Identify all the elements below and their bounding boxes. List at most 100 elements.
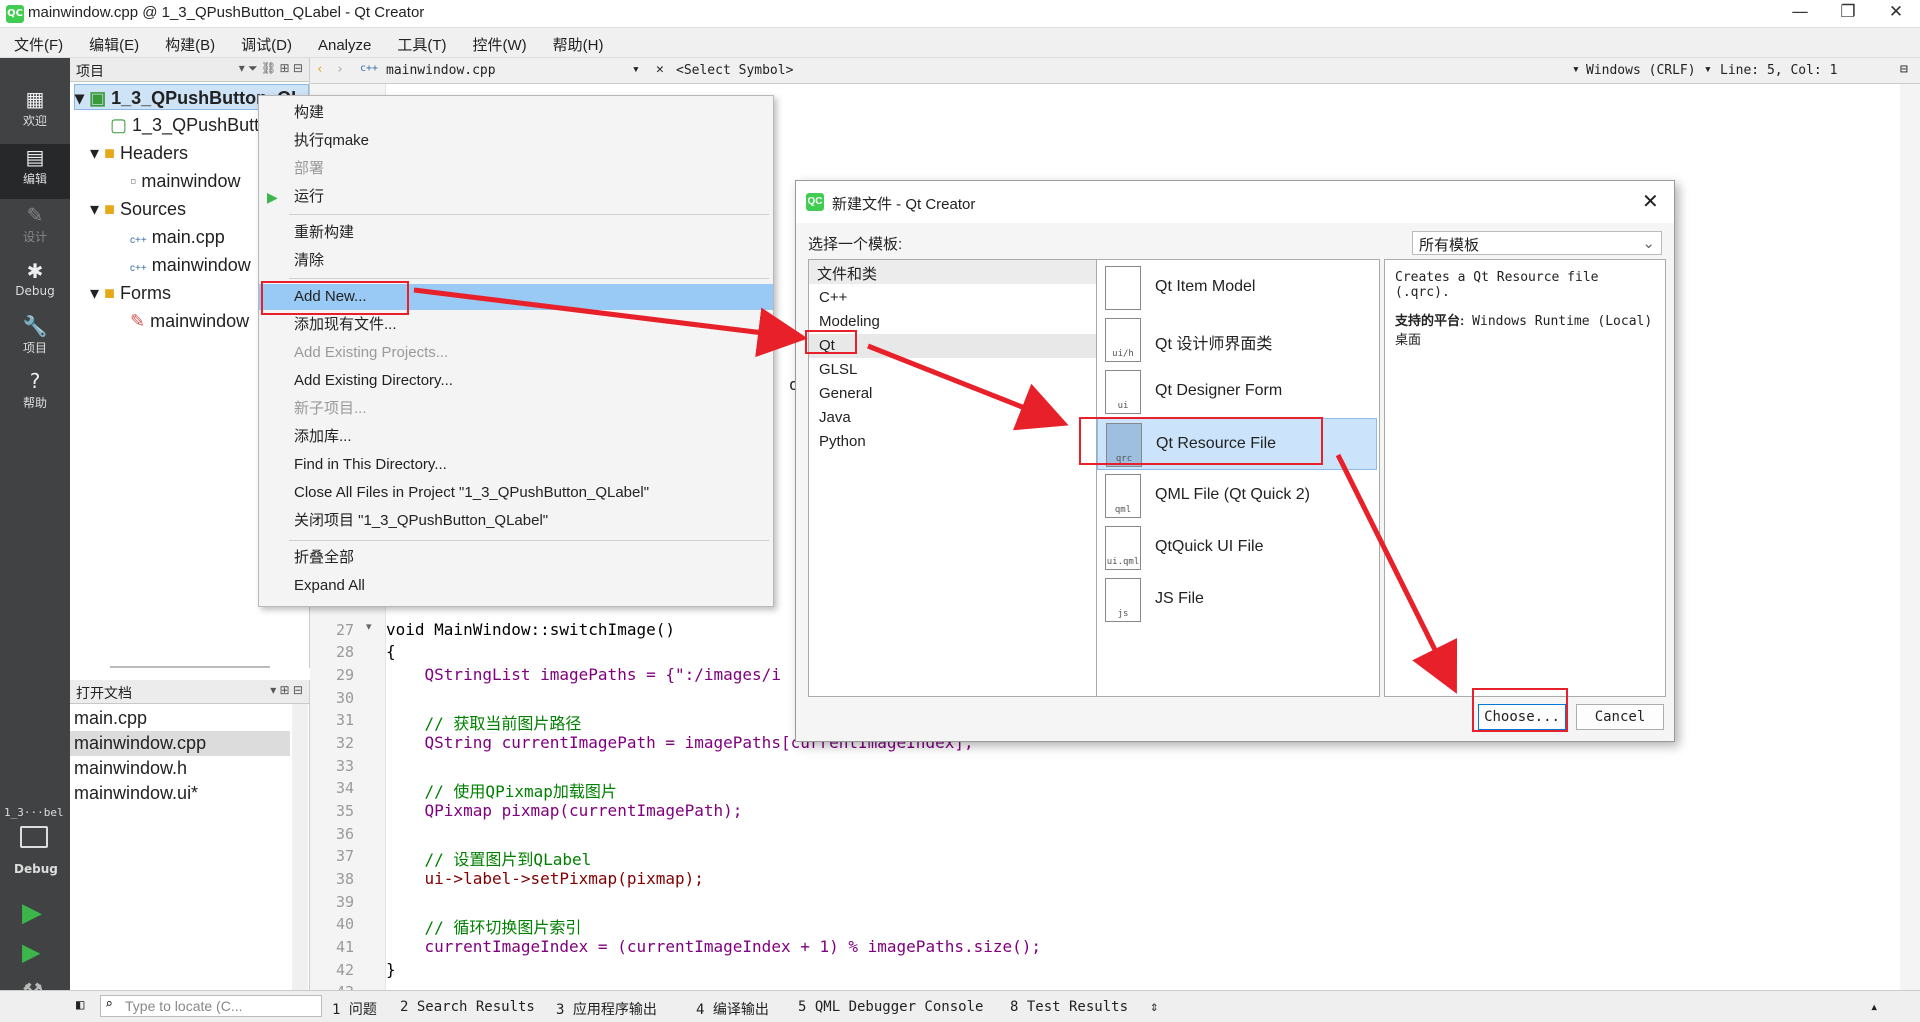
current-file-combo[interactable]: mainwindow.cpp: [386, 63, 496, 78]
open-doc-item[interactable]: mainwindow.ui*: [70, 781, 309, 806]
chevron-down-icon[interactable]: ▾: [90, 199, 99, 219]
menu-debug[interactable]: 调试(D): [227, 28, 304, 55]
open-doc-item[interactable]: main.cpp: [70, 706, 309, 731]
close-file-icon[interactable]: ✕: [656, 62, 664, 77]
code-line: QPixmap pixmap(currentImagePath);: [386, 801, 743, 820]
menu-item-build[interactable]: 构建: [259, 100, 773, 126]
locator-input[interactable]: ⌕ Type to locate (C...: [100, 995, 322, 1017]
menu-item-expand-all[interactable]: Expand All: [259, 573, 773, 599]
tree-form-file[interactable]: ✎ mainwindow: [130, 308, 249, 334]
tree-header-file[interactable]: ▫ mainwindow: [130, 168, 240, 194]
bug-icon: ✱: [26, 259, 44, 283]
progress-toggle-icon[interactable]: ▴: [1870, 999, 1878, 1015]
output-tab-issues[interactable]: 1 问题: [332, 999, 377, 1019]
mode-projects[interactable]: 🔧 项目: [0, 313, 70, 368]
template-qt-item-model[interactable]: Qt Item Model: [1097, 262, 1377, 314]
output-tab-compile-output[interactable]: 4 编译输出: [696, 999, 769, 1019]
template-qtquick-ui-file[interactable]: ui.qml QtQuick UI File: [1097, 522, 1377, 574]
mode-debug[interactable]: ✱ Debug: [0, 258, 70, 313]
menu-item-rebuild[interactable]: 重新构建: [259, 220, 773, 246]
output-tab-search-results[interactable]: 2 Search Results: [400, 999, 535, 1015]
horizontal-scrollbar[interactable]: [110, 666, 270, 668]
menu-item-add-existing-files[interactable]: 添加现有文件...: [259, 312, 773, 338]
minimize-button[interactable]: —: [1780, 2, 1820, 26]
template-qt-designer-form[interactable]: ui Qt Designer Form: [1097, 366, 1377, 418]
chevron-down-icon[interactable]: ▾: [75, 88, 84, 108]
menu-item-add-library[interactable]: 添加库...: [259, 424, 773, 450]
cancel-button[interactable]: Cancel: [1576, 704, 1664, 730]
chevron-down-icon[interactable]: ▾: [632, 62, 640, 77]
template-filter-select[interactable]: 所有模板 ⌄: [1412, 231, 1662, 255]
category-python[interactable]: Python: [819, 430, 866, 454]
tree-headers-folder[interactable]: ▾ ■ Headers: [90, 140, 188, 166]
code-line: // 设置图片到QLabel: [386, 850, 592, 869]
chevron-down-icon[interactable]: ▾: [90, 143, 99, 163]
maximize-button[interactable]: ❐: [1828, 2, 1868, 26]
mode-help[interactable]: ? 帮助: [0, 368, 70, 423]
menu-analyze[interactable]: Analyze: [304, 31, 383, 54]
project-pane-header: 项目 ▾ ⏷ ⛓ ⊞ ⊟: [70, 58, 309, 82]
kit-project-label: 1_3···bel: [4, 806, 64, 819]
menu-file[interactable]: 文件(F): [0, 28, 75, 55]
tree-forms-folder[interactable]: ▾ ■ Forms: [90, 280, 171, 306]
menu-item-collapse-all[interactable]: 折叠全部: [259, 545, 773, 571]
template-label: JS File: [1155, 590, 1204, 607]
split-icon[interactable]: ⊟: [1900, 62, 1908, 77]
menu-item-find-in-directory[interactable]: Find in This Directory...: [259, 452, 773, 478]
menu-item-add-existing-directory[interactable]: Add Existing Directory...: [259, 368, 773, 394]
menu-item-run[interactable]: 运行: [259, 184, 773, 210]
category-java[interactable]: Java: [819, 406, 851, 430]
menu-item-close-project[interactable]: 关闭项目 "1_3_QPushButton_QLabel": [259, 508, 773, 534]
close-button[interactable]: ✕: [1876, 2, 1916, 26]
menu-item-run-qmake[interactable]: 执行qmake: [259, 128, 773, 154]
menu-build[interactable]: 构建(B): [151, 28, 227, 55]
platforms-label: 支持的平台:: [1395, 313, 1465, 328]
menu-tools[interactable]: 工具(T): [383, 28, 458, 55]
category-cpp[interactable]: C++: [819, 286, 847, 310]
mode-design[interactable]: ✎ 设计: [0, 202, 70, 257]
tree-source-main[interactable]: c++ main.cpp: [130, 224, 225, 250]
mode-welcome[interactable]: ▦ 欢迎: [0, 86, 70, 141]
open-doc-item[interactable]: mainwindow.cpp: [70, 731, 290, 756]
template-js-file[interactable]: js JS File: [1097, 574, 1377, 626]
encoding-label[interactable]: Windows (CRLF): [1586, 63, 1696, 78]
vertical-scrollbar[interactable]: [292, 704, 308, 990]
menu-widgets[interactable]: 控件(W): [459, 28, 539, 55]
category-general[interactable]: General: [819, 382, 872, 406]
mode-edit[interactable]: ▤ 编辑: [0, 144, 70, 199]
chevron-down-icon[interactable]: ▾: [1704, 62, 1712, 77]
tree-source-mainwindow[interactable]: c++ mainwindow: [130, 252, 251, 278]
tree-pro-file[interactable]: ▢ 1_3_QPushButt: [110, 112, 259, 138]
pane-toolbar-icons[interactable]: ▾ ⏷ ⛓ ⊞ ⊟: [239, 61, 303, 76]
chevron-down-icon[interactable]: ▾: [90, 283, 99, 303]
menu-help[interactable]: 帮助(H): [539, 28, 616, 55]
line-number: 42: [335, 961, 354, 979]
menu-edit[interactable]: 编辑(E): [75, 28, 151, 55]
template-label: Qt 设计师界面类: [1155, 336, 1273, 353]
editor-vertical-scrollbar[interactable]: [1900, 84, 1920, 990]
output-tab-qml-console[interactable]: 5 QML Debugger Console: [798, 999, 983, 1015]
template-qt-designer-class[interactable]: ui/h Qt 设计师界面类: [1097, 314, 1377, 366]
back-arrow-icon[interactable]: ‹: [316, 62, 324, 77]
symbol-combo[interactable]: <Select Symbol>: [676, 63, 793, 78]
open-doc-item[interactable]: mainwindow.h: [70, 756, 309, 781]
cursor-position-label[interactable]: Line: 5, Col: 1: [1720, 63, 1837, 78]
forward-arrow-icon[interactable]: ›: [336, 62, 344, 77]
menu-item-close-all-files[interactable]: Close All Files in Project "1_3_QPushBut…: [259, 480, 773, 506]
template-qml-file[interactable]: qml QML File (Qt Quick 2): [1097, 470, 1377, 522]
pane-toolbar-icons[interactable]: ▾ ⊞ ⊟: [270, 683, 303, 697]
toggle-sidebar-icon[interactable]: ◧: [76, 997, 84, 1013]
category-glsl[interactable]: GLSL: [819, 358, 857, 382]
menu-item-clean[interactable]: 清除: [259, 248, 773, 274]
tree-sources-folder[interactable]: ▾ ■ Sources: [90, 196, 186, 222]
monitor-icon[interactable]: [20, 826, 48, 848]
menu-separator: [289, 540, 769, 541]
output-tab-test-results[interactable]: 8 Test Results: [1010, 999, 1128, 1015]
run-icon[interactable]: ▶: [22, 898, 42, 928]
chevron-down-icon[interactable]: ▾: [1572, 62, 1580, 77]
debug-run-icon[interactable]: ▶: [22, 938, 40, 966]
more-tabs-icon[interactable]: ⇕: [1150, 999, 1158, 1015]
fold-marker-icon[interactable]: ▾: [366, 620, 372, 633]
close-icon[interactable]: ✕: [1642, 189, 1659, 214]
output-tab-app-output[interactable]: 3 应用程序输出: [556, 999, 657, 1019]
